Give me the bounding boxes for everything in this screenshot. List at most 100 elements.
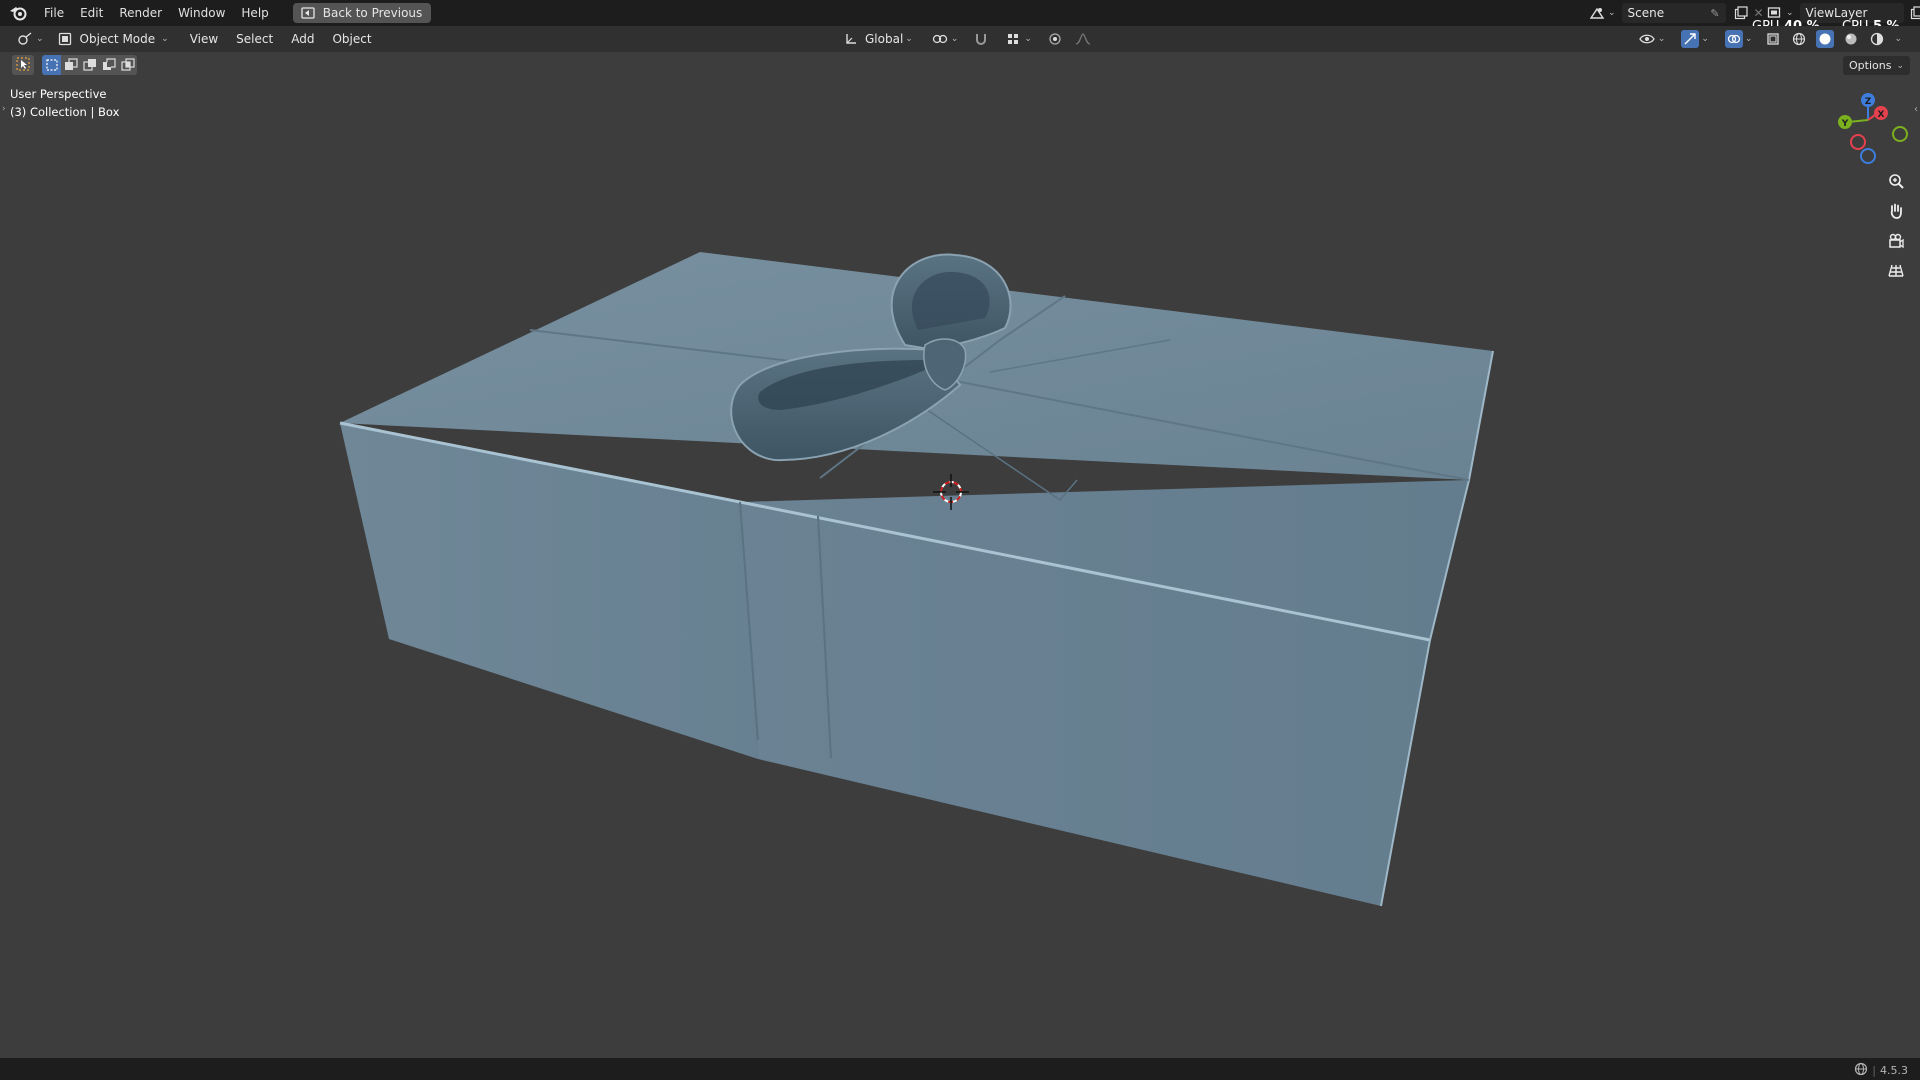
proportional-editing-icon[interactable] <box>1046 30 1064 48</box>
select-mode-extend-button[interactable] <box>61 55 80 75</box>
box-front-face <box>740 480 1469 906</box>
chevron-down-icon: ⌄ <box>1024 34 1032 44</box>
version-number: 4.5.3 <box>1880 1064 1908 1077</box>
hand-icon <box>1887 202 1905 223</box>
options-dropdown[interactable]: Options ⌄ <box>1843 56 1910 75</box>
chevron-down-icon: ⌄ <box>905 34 913 44</box>
ortho-toggle-button[interactable] <box>1882 258 1910 286</box>
gizmo-axis-neg-y[interactable] <box>1892 126 1908 142</box>
viewlayer-name: ViewLayer <box>1805 6 1868 20</box>
cursor-select-icon <box>16 56 30 74</box>
gizmo-axis-neg-z[interactable] <box>1860 148 1876 164</box>
new-scene-icon[interactable] <box>1732 4 1750 22</box>
rendered-shading-icon[interactable] <box>1868 30 1886 48</box>
menu-object[interactable]: Object <box>323 26 380 52</box>
chevron-down-icon: ⌄ <box>1657 34 1666 44</box>
gizmo-dropdown[interactable]: ⌄ <box>1677 29 1713 49</box>
select-extend-icon <box>64 58 78 70</box>
menu-window[interactable]: Window <box>170 0 233 26</box>
transform-orientation-icon <box>842 30 860 48</box>
pan-button[interactable] <box>1882 198 1910 226</box>
svg-text:Y: Y <box>1841 119 1849 129</box>
editor-type-dropdown[interactable]: ⌄ <box>12 29 48 49</box>
back-to-previous-label: Back to Previous <box>322 6 423 20</box>
box-left-face <box>340 423 758 759</box>
options-label: Options <box>1849 59 1892 72</box>
menu-render[interactable]: Render <box>111 0 170 26</box>
proportional-falloff-icon[interactable] <box>1074 30 1092 48</box>
xray-toggle-icon[interactable] <box>1764 30 1782 48</box>
material-shading-icon[interactable] <box>1842 30 1860 48</box>
eye-icon <box>1638 30 1656 48</box>
version-info: | 4.5.3 <box>1854 1062 1908 1079</box>
zoom-button[interactable] <box>1882 168 1910 196</box>
select-new-icon <box>45 59 58 71</box>
chevron-down-icon: ⌄ <box>950 34 959 44</box>
menu-file[interactable]: File <box>36 0 72 26</box>
view-perspective-label: User Perspective <box>10 87 107 101</box>
svg-text:X: X <box>1878 110 1885 120</box>
mode-label: Object Mode <box>79 32 156 46</box>
wireframe-shading-icon[interactable] <box>1790 30 1808 48</box>
select-mode-intersect-button[interactable] <box>118 55 137 75</box>
menu-add[interactable]: Add <box>282 26 323 52</box>
pivot-point-dropdown[interactable]: ⌄ <box>927 29 963 49</box>
expand-arrow-icon[interactable]: › <box>2 104 6 114</box>
zoom-icon <box>1887 172 1905 193</box>
tool-row <box>12 55 137 75</box>
visibility-dropdown[interactable]: ⌄ <box>1634 29 1670 49</box>
shading-options-chevron-icon[interactable]: ⌄ <box>1894 34 1902 44</box>
gizmo-axis-neg-x[interactable] <box>1850 134 1866 150</box>
sidebar-toggle-icon[interactable]: ‹ <box>1914 104 1918 115</box>
orientation-label: Global <box>865 32 904 46</box>
scene-name-field[interactable]: Scene ✎ <box>1621 3 1726 23</box>
select-difference-icon <box>102 58 116 70</box>
pin-icon[interactable]: ✎ <box>1710 7 1719 20</box>
snap-grid-icon <box>1004 30 1022 48</box>
status-bar: | 4.5.3 <box>0 1058 1920 1080</box>
snap-magnet-icon[interactable] <box>972 30 990 48</box>
chevron-down-icon: ⌄ <box>1744 34 1753 44</box>
select-tool-button[interactable] <box>12 55 34 75</box>
scene-name: Scene <box>1627 6 1665 20</box>
select-mode-difference-button[interactable] <box>99 55 118 75</box>
select-intersect-icon <box>120 58 135 71</box>
back-to-previous-button[interactable]: Back to Previous <box>292 3 432 23</box>
chevron-down-icon: ⌄ <box>1701 34 1709 44</box>
overlays-dropdown[interactable]: ⌄ <box>1721 29 1757 49</box>
viewport-display-tools: ⌄ ⌄ ⌄ ⌄ <box>1634 29 1902 49</box>
transform-orientation-dropdown[interactable]: Global ⌄ <box>838 29 917 49</box>
new-viewlayer-icon[interactable] <box>1908 4 1920 22</box>
solid-shading-icon[interactable] <box>1816 30 1835 48</box>
viewport-scene[interactable] <box>0 0 1920 1080</box>
snap-target-dropdown[interactable]: ⌄ <box>1000 29 1036 49</box>
chevron-down-icon: ⌄ <box>1896 60 1904 71</box>
grid-icon <box>1887 262 1905 283</box>
blender-logo-icon[interactable] <box>0 0 36 26</box>
active-object-label: (3) Collection | Box <box>10 105 120 119</box>
pivot-point-icon <box>931 30 949 48</box>
back-screen-icon <box>299 4 317 22</box>
select-mode-subtract-button[interactable] <box>80 55 99 75</box>
menu-view[interactable]: View <box>181 26 227 52</box>
navigation-gizmo[interactable]: Z X Y <box>1822 88 1914 168</box>
chevron-down-icon: ⌄ <box>1608 8 1616 18</box>
chevron-down-icon: ⌄ <box>36 34 44 44</box>
menu-edit[interactable]: Edit <box>72 0 111 26</box>
object-mode-icon <box>56 30 74 48</box>
select-subtract-icon <box>82 59 96 71</box>
chevron-down-icon: ⌄ <box>1786 8 1794 18</box>
mode-dropdown[interactable]: Object Mode ⌄ <box>50 29 175 49</box>
svg-text:Z: Z <box>1865 97 1872 107</box>
camera-view-button[interactable] <box>1882 228 1910 256</box>
status-divider: | <box>1872 1064 1876 1077</box>
gift-box-model[interactable] <box>339 252 1494 907</box>
menu-help[interactable]: Help <box>233 0 276 26</box>
selection-mode-group <box>42 55 137 75</box>
transform-tools: Global ⌄ ⌄ ⌄ <box>838 29 1092 49</box>
gizmo-icon <box>1681 30 1700 48</box>
select-mode-set-button[interactable] <box>42 55 61 75</box>
scene-type-dropdown[interactable]: ⌄ <box>1584 3 1620 23</box>
menu-select[interactable]: Select <box>227 26 282 52</box>
3d-viewport-icon <box>16 30 34 48</box>
